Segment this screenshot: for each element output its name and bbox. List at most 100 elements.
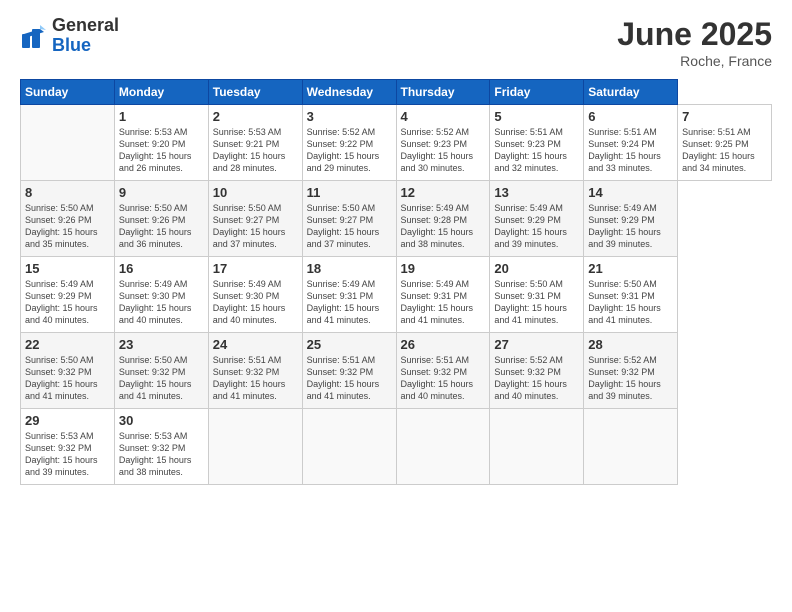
day-info: Sunrise: 5:49 AMSunset: 9:29 PMDaylight:… — [25, 278, 110, 327]
day-number: 2 — [213, 109, 298, 124]
day-number: 16 — [119, 261, 204, 276]
day-info: Sunrise: 5:51 AMSunset: 9:32 PMDaylight:… — [307, 354, 392, 403]
day-cell: 28 Sunrise: 5:52 AMSunset: 9:32 PMDayligh… — [584, 333, 678, 409]
day-number: 19 — [401, 261, 486, 276]
day-cell: 7Sunrise: 5:51 AMSunset: 9:25 PMDaylight… — [678, 105, 772, 181]
calendar-table: SundayMondayTuesdayWednesdayThursdayFrid… — [20, 79, 772, 485]
day-number: 17 — [213, 261, 298, 276]
day-cell: 30Sunrise: 5:53 AMSunset: 9:32 PMDayligh… — [114, 409, 208, 485]
day-cell: 4 Sunrise: 5:52 AMSunset: 9:23 PMDaylight… — [396, 105, 490, 181]
day-number: 11 — [307, 185, 392, 200]
day-cell — [302, 409, 396, 485]
header-row: SundayMondayTuesdayWednesdayThursdayFrid… — [21, 80, 772, 105]
day-cell: 11 Sunrise: 5:50 AMSunset: 9:27 PMDayligh… — [302, 181, 396, 257]
day-cell: 27 Sunrise: 5:52 AMSunset: 9:32 PMDayligh… — [490, 333, 584, 409]
day-cell: 17 Sunrise: 5:49 AMSunset: 9:30 PMDayligh… — [208, 257, 302, 333]
week-row-4: 29 Sunrise: 5:53 AMSunset: 9:32 PMDayligh… — [21, 409, 772, 485]
day-info: Sunrise: 5:50 AMSunset: 9:31 PMDaylight:… — [494, 278, 579, 327]
day-info: Sunrise: 5:49 AMSunset: 9:31 PMDaylight:… — [307, 278, 392, 327]
logo-blue-text: Blue — [52, 36, 119, 56]
day-info: Sunrise: 5:50 AMSunset: 9:27 PMDaylight:… — [307, 202, 392, 251]
day-info: Sunrise: 5:53 AMSunset: 9:21 PMDaylight:… — [213, 126, 298, 175]
day-info: Sunrise: 5:49 AMSunset: 9:29 PMDaylight:… — [494, 202, 579, 251]
day-cell: 9Sunrise: 5:50 AMSunset: 9:26 PMDaylight… — [114, 181, 208, 257]
day-cell: 16 Sunrise: 5:49 AMSunset: 9:30 PMDayligh… — [114, 257, 208, 333]
day-cell — [584, 409, 678, 485]
header: General Blue June 2025 Roche, France — [20, 16, 772, 69]
day-cell: 3 Sunrise: 5:52 AMSunset: 9:22 PMDaylight… — [302, 105, 396, 181]
day-number: 3 — [307, 109, 392, 124]
day-number: 13 — [494, 185, 579, 200]
day-info: Sunrise: 5:51 AMSunset: 9:25 PMDaylight:… — [682, 126, 767, 175]
day-cell: 14 Sunrise: 5:49 AMSunset: 9:29 PMDayligh… — [584, 181, 678, 257]
day-number: 4 — [401, 109, 486, 124]
day-cell: 15 Sunrise: 5:49 AMSunset: 9:29 PMDayligh… — [21, 257, 115, 333]
day-number: 28 — [588, 337, 673, 352]
day-info: Sunrise: 5:50 AMSunset: 9:31 PMDaylight:… — [588, 278, 673, 327]
day-number: 12 — [401, 185, 486, 200]
day-number: 8 — [25, 185, 110, 200]
day-cell: 23Sunrise: 5:50 AMSunset: 9:32 PMDayligh… — [114, 333, 208, 409]
day-cell — [21, 105, 115, 181]
day-number: 25 — [307, 337, 392, 352]
day-cell: 10 Sunrise: 5:50 AMSunset: 9:27 PMDayligh… — [208, 181, 302, 257]
day-number: 15 — [25, 261, 110, 276]
title-block: June 2025 Roche, France — [617, 16, 772, 69]
col-header-saturday: Saturday — [584, 80, 678, 105]
day-number: 14 — [588, 185, 673, 200]
day-cell: 29 Sunrise: 5:53 AMSunset: 9:32 PMDayligh… — [21, 409, 115, 485]
day-info: Sunrise: 5:51 AMSunset: 9:23 PMDaylight:… — [494, 126, 579, 175]
day-number: 29 — [25, 413, 110, 428]
day-cell: 21Sunrise: 5:50 AMSunset: 9:31 PMDayligh… — [584, 257, 678, 333]
day-number: 23 — [119, 337, 204, 352]
day-info: Sunrise: 5:53 AMSunset: 9:32 PMDaylight:… — [25, 430, 110, 479]
day-info: Sunrise: 5:49 AMSunset: 9:29 PMDaylight:… — [588, 202, 673, 251]
logo-general-text: General — [52, 16, 119, 36]
day-cell: 19 Sunrise: 5:49 AMSunset: 9:31 PMDayligh… — [396, 257, 490, 333]
day-cell: 13 Sunrise: 5:49 AMSunset: 9:29 PMDayligh… — [490, 181, 584, 257]
day-info: Sunrise: 5:50 AMSunset: 9:26 PMDaylight:… — [25, 202, 110, 251]
day-cell: 8 Sunrise: 5:50 AMSunset: 9:26 PMDaylight… — [21, 181, 115, 257]
day-info: Sunrise: 5:51 AMSunset: 9:32 PMDaylight:… — [401, 354, 486, 403]
col-header-tuesday: Tuesday — [208, 80, 302, 105]
week-row-1: 8 Sunrise: 5:50 AMSunset: 9:26 PMDaylight… — [21, 181, 772, 257]
day-cell: 24Sunrise: 5:51 AMSunset: 9:32 PMDayligh… — [208, 333, 302, 409]
day-info: Sunrise: 5:50 AMSunset: 9:32 PMDaylight:… — [25, 354, 110, 403]
day-number: 27 — [494, 337, 579, 352]
day-number: 10 — [213, 185, 298, 200]
day-cell: 26 Sunrise: 5:51 AMSunset: 9:32 PMDayligh… — [396, 333, 490, 409]
day-cell: 25 Sunrise: 5:51 AMSunset: 9:32 PMDayligh… — [302, 333, 396, 409]
day-cell: 12 Sunrise: 5:49 AMSunset: 9:28 PMDayligh… — [396, 181, 490, 257]
day-info: Sunrise: 5:49 AMSunset: 9:28 PMDaylight:… — [401, 202, 486, 251]
day-cell: 2 Sunrise: 5:53 AMSunset: 9:21 PMDaylight… — [208, 105, 302, 181]
logo-text: General Blue — [52, 16, 119, 56]
day-info: Sunrise: 5:50 AMSunset: 9:27 PMDaylight:… — [213, 202, 298, 251]
day-info: Sunrise: 5:53 AMSunset: 9:20 PMDaylight:… — [119, 126, 204, 175]
day-cell — [208, 409, 302, 485]
col-header-thursday: Thursday — [396, 80, 490, 105]
day-cell: 5 Sunrise: 5:51 AMSunset: 9:23 PMDaylight… — [490, 105, 584, 181]
day-info: Sunrise: 5:52 AMSunset: 9:32 PMDaylight:… — [494, 354, 579, 403]
day-number: 5 — [494, 109, 579, 124]
col-header-wednesday: Wednesday — [302, 80, 396, 105]
day-info: Sunrise: 5:49 AMSunset: 9:30 PMDaylight:… — [119, 278, 204, 327]
day-cell: 1 Sunrise: 5:53 AMSunset: 9:20 PMDaylight… — [114, 105, 208, 181]
day-info: Sunrise: 5:49 AMSunset: 9:30 PMDaylight:… — [213, 278, 298, 327]
day-number: 6 — [588, 109, 673, 124]
day-number: 22 — [25, 337, 110, 352]
day-info: Sunrise: 5:52 AMSunset: 9:22 PMDaylight:… — [307, 126, 392, 175]
day-info: Sunrise: 5:52 AMSunset: 9:23 PMDaylight:… — [401, 126, 486, 175]
day-info: Sunrise: 5:52 AMSunset: 9:32 PMDaylight:… — [588, 354, 673, 403]
logo-icon — [20, 22, 48, 50]
logo: General Blue — [20, 16, 119, 56]
day-cell: 22 Sunrise: 5:50 AMSunset: 9:32 PMDayligh… — [21, 333, 115, 409]
col-header-sunday: Sunday — [21, 80, 115, 105]
month-title: June 2025 — [617, 16, 772, 53]
day-cell: 20Sunrise: 5:50 AMSunset: 9:31 PMDayligh… — [490, 257, 584, 333]
day-cell: 6Sunrise: 5:51 AMSunset: 9:24 PMDaylight… — [584, 105, 678, 181]
day-number: 26 — [401, 337, 486, 352]
day-info: Sunrise: 5:49 AMSunset: 9:31 PMDaylight:… — [401, 278, 486, 327]
day-number: 1 — [119, 109, 204, 124]
week-row-2: 15 Sunrise: 5:49 AMSunset: 9:29 PMDayligh… — [21, 257, 772, 333]
day-info: Sunrise: 5:53 AMSunset: 9:32 PMDaylight:… — [119, 430, 204, 479]
